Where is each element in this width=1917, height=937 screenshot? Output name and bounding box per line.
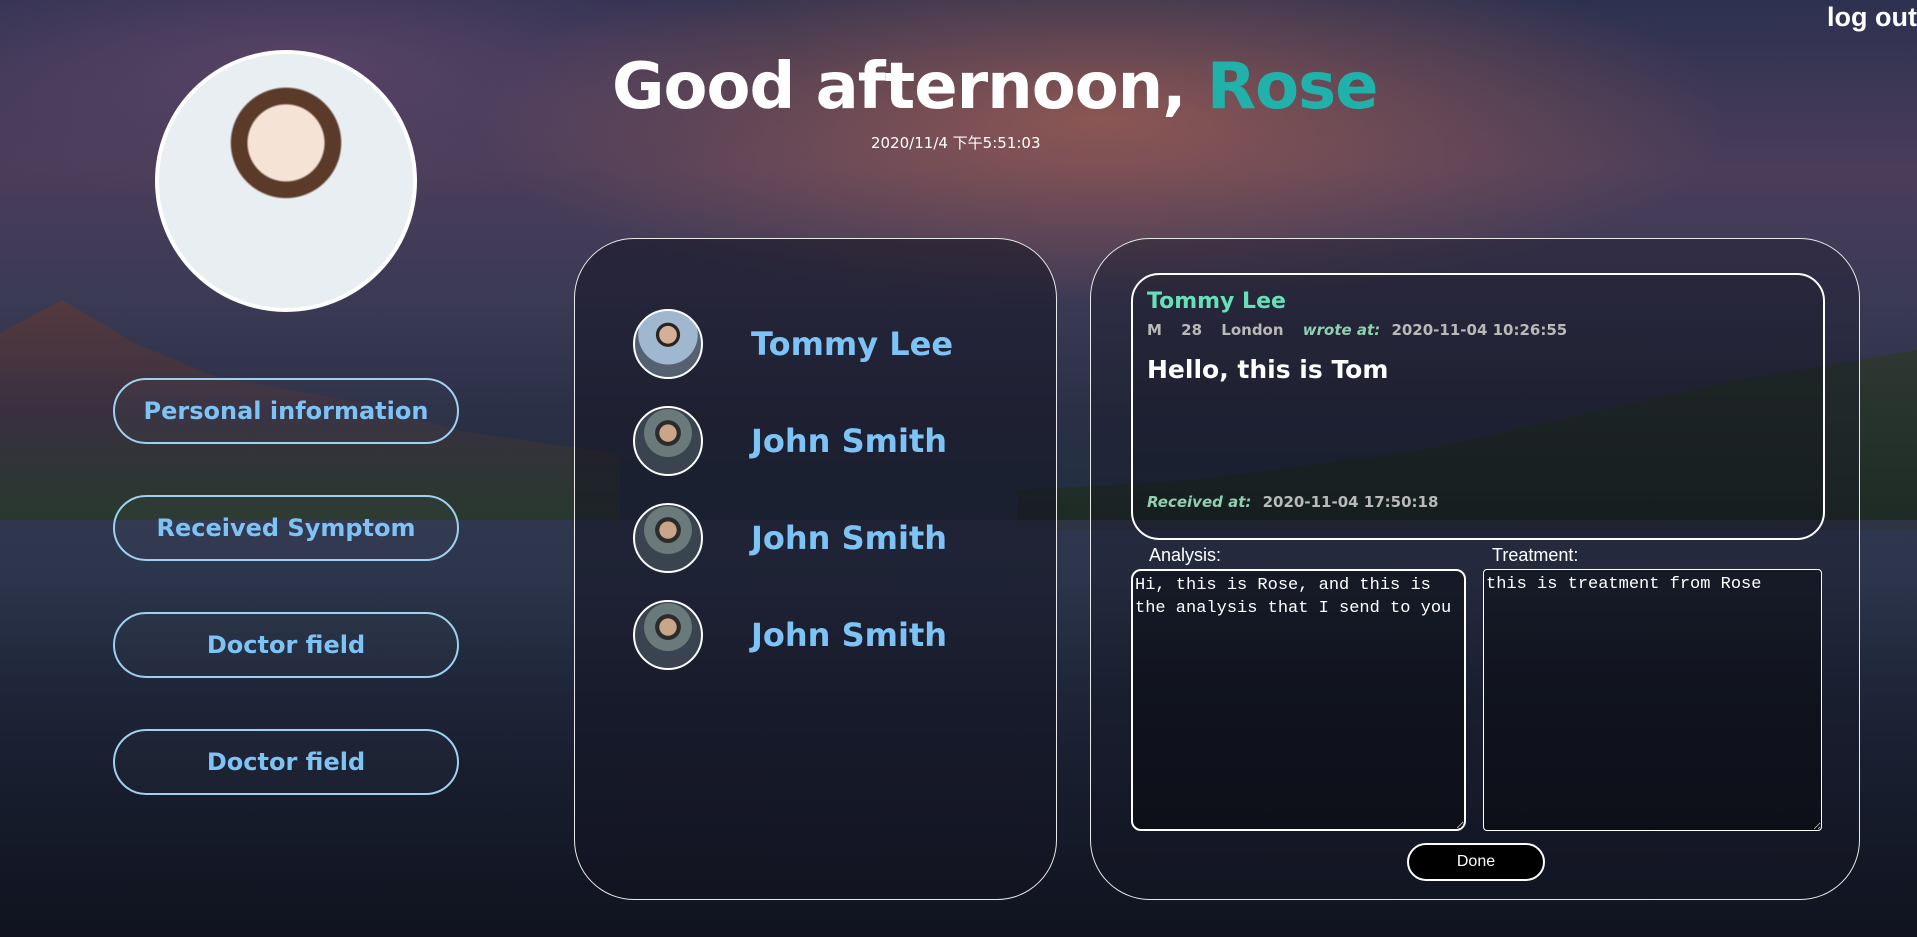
analysis-label: Analysis:: [1149, 545, 1222, 565]
doctor-avatar: [155, 50, 417, 312]
logout-link[interactable]: log out: [1827, 2, 1917, 33]
patient-avatar: [633, 309, 703, 379]
patient-item-john-smith[interactable]: John Smith: [633, 406, 947, 476]
doctor-field-button-2[interactable]: Doctor field: [113, 729, 459, 795]
symptom-detail-panel: Tommy Lee M 28 London wrote at: 2020-11-…: [1090, 238, 1860, 900]
done-button[interactable]: Done: [1407, 843, 1545, 881]
sender-age: 28: [1181, 321, 1203, 339]
patient-item-john-smith[interactable]: John Smith: [633, 600, 947, 670]
received-at: Received at: 2020-11-04 17:50:18: [1147, 493, 1438, 511]
patient-name: John Smith: [751, 519, 948, 557]
patient-item-tommy-lee[interactable]: Tommy Lee: [633, 309, 953, 379]
symptom-message-text: Hello, this is Tom: [1147, 355, 1389, 384]
personal-information-button[interactable]: Personal information: [113, 378, 459, 444]
patient-name: Tommy Lee: [751, 325, 954, 363]
sender-name: Tommy Lee: [1147, 289, 1286, 314]
received-at-value: 2020-11-04 17:50:18: [1262, 493, 1439, 511]
patient-item-john-smith[interactable]: John Smith: [633, 503, 947, 573]
patient-list-panel: Tommy Lee John Smith John Smith John Smi…: [574, 238, 1057, 900]
treatment-label: Treatment:: [1492, 545, 1579, 565]
patient-avatar: [633, 503, 703, 573]
current-datetime: 2020/11/4 下午5:51:03: [871, 134, 1041, 152]
doctor-field-button[interactable]: Doctor field: [113, 612, 459, 678]
received-at-label: Received at:: [1147, 493, 1252, 511]
analysis-textarea[interactable]: Hi, this is Rose, and this is the analys…: [1131, 569, 1466, 831]
greeting-heading: Good afternoon, Rose: [612, 50, 1379, 124]
sender-city: London: [1221, 321, 1284, 339]
wrote-at-label: wrote at:: [1302, 321, 1381, 339]
symptom-message-card: Tommy Lee M 28 London wrote at: 2020-11-…: [1131, 273, 1825, 540]
patient-avatar: [633, 600, 703, 670]
received-symptom-button[interactable]: Received Symptom: [113, 495, 459, 561]
greeting-prefix: Good afternoon,: [612, 50, 1207, 124]
patient-name: John Smith: [751, 616, 948, 654]
patient-name: John Smith: [751, 422, 948, 460]
user-name: Rose: [1206, 50, 1379, 124]
patient-avatar: [633, 406, 703, 476]
wrote-at-value: 2020-11-04 10:26:55: [1391, 321, 1568, 339]
sender-meta: M 28 London wrote at: 2020-11-04 10:26:5…: [1147, 321, 1581, 339]
treatment-textarea[interactable]: this is treatment from Rose: [1483, 569, 1822, 831]
sender-sex: M: [1147, 321, 1162, 339]
